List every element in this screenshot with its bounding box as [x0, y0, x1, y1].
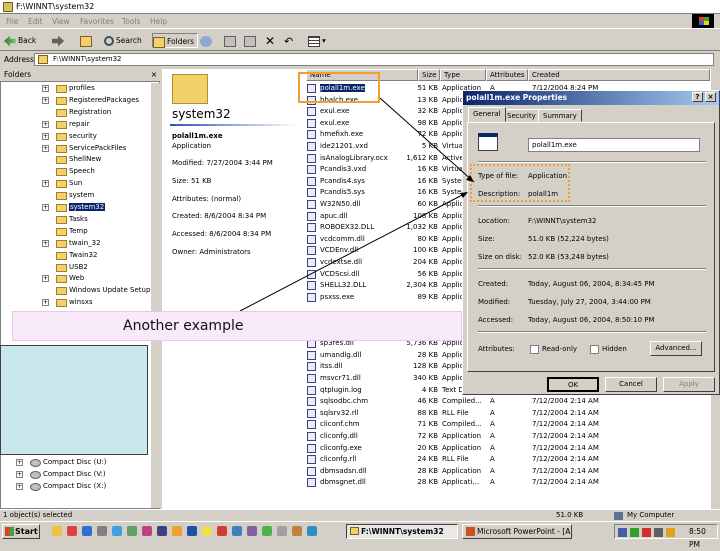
quicklaunch-icon[interactable]: [232, 526, 242, 536]
arrow-line: [379, 97, 475, 183]
quicklaunch-icon[interactable]: [112, 526, 122, 536]
arrowhead: [460, 192, 468, 198]
start-button[interactable]: Start: [2, 524, 40, 539]
quicklaunch-icon[interactable]: [307, 526, 317, 536]
tab-general[interactable]: General: [468, 107, 506, 122]
quicklaunch-icon[interactable]: [277, 526, 287, 536]
quicklaunch-icon[interactable]: [67, 526, 77, 536]
windows-flag-icon: [5, 527, 14, 536]
status-bar: 1 object(s) selected 51.0 KB My Computer: [0, 509, 720, 521]
tray-icon[interactable]: [654, 528, 663, 537]
tray-icon[interactable]: [630, 528, 639, 537]
system-tray: 8:50 PM: [614, 524, 718, 549]
drive-label: Compact Disc (X:): [43, 482, 107, 490]
quicklaunch-icon[interactable]: [172, 526, 182, 536]
tray-icon[interactable]: [642, 528, 651, 537]
annotation-caption: Another example: [12, 311, 462, 341]
status-selected: 1 object(s) selected: [3, 511, 73, 519]
quicklaunch-icon[interactable]: [52, 526, 62, 536]
quicklaunch-icon[interactable]: [217, 526, 227, 536]
quicklaunch-icon[interactable]: [292, 526, 302, 536]
task-label: F:\WINNT\system32: [361, 527, 444, 536]
blue-overlay-box: [0, 345, 148, 455]
taskbar: Start F:\WINNT\system32 Microsoft PowerP…: [0, 521, 720, 549]
quicklaunch-icon[interactable]: [262, 526, 272, 536]
status-zone: My Computer: [627, 511, 675, 519]
quicklaunch-icon[interactable]: [127, 526, 137, 536]
quicklaunch-icon[interactable]: [82, 526, 92, 536]
cd-drive-icon: [30, 471, 41, 479]
tray-icon[interactable]: [618, 528, 627, 537]
taskbar-powerpoint[interactable]: Microsoft PowerPoint - [A...: [462, 524, 572, 539]
quicklaunch-icon[interactable]: [187, 526, 197, 536]
cd-drive-icon: [30, 483, 41, 491]
task-label: Microsoft PowerPoint - [A...: [477, 527, 572, 536]
clock: 8:50 PM: [689, 527, 706, 549]
powerpoint-icon: [466, 527, 475, 536]
start-label: Start: [15, 527, 38, 536]
cd-drive-icon: [30, 459, 41, 467]
drive-label: Compact Disc (V:): [43, 470, 106, 478]
quicklaunch-icon[interactable]: [142, 526, 152, 536]
drive-label: Compact Disc (U:): [43, 458, 107, 466]
quicklaunch-icon[interactable]: [157, 526, 167, 536]
computer-icon: [614, 512, 623, 520]
arrow-line: [239, 192, 467, 312]
tray-icon[interactable]: [666, 528, 675, 537]
quicklaunch-icon[interactable]: [97, 526, 107, 536]
quicklaunch-icon[interactable]: [202, 526, 212, 536]
taskbar-explorer[interactable]: F:\WINNT\system32: [346, 524, 458, 539]
quicklaunch-icon[interactable]: [247, 526, 257, 536]
folder-icon: [350, 527, 359, 535]
annotation-arrows: [239, 97, 475, 312]
status-size: 51.0 KB: [556, 511, 584, 519]
